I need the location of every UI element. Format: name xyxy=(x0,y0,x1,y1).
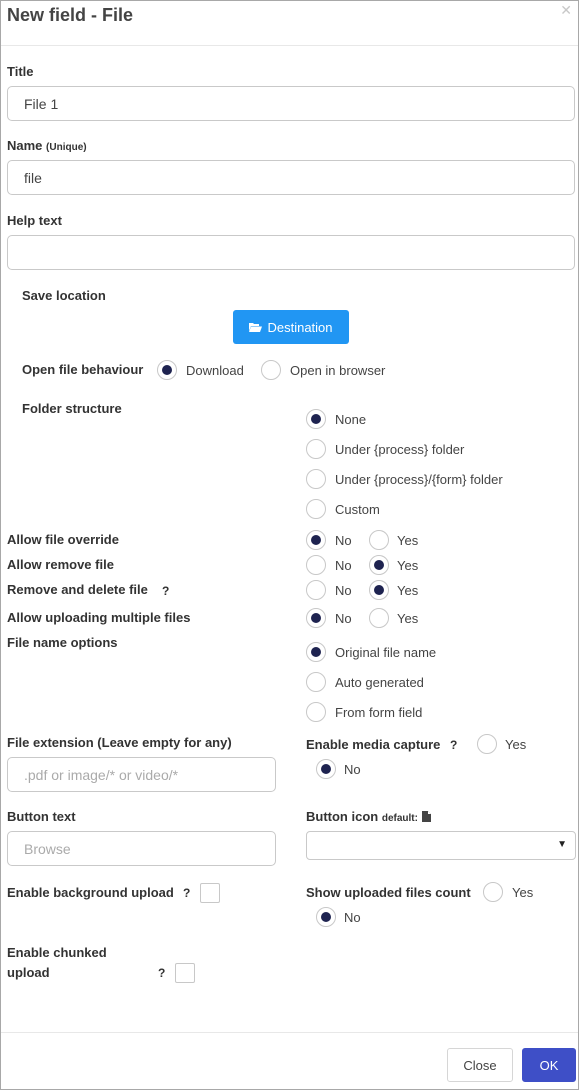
help-text-label: Help text xyxy=(7,213,62,228)
remove-delete-no-label: No xyxy=(335,583,352,598)
filename-auto-radio[interactable] xyxy=(306,672,326,692)
title-input[interactable] xyxy=(7,86,575,121)
name-input[interactable] xyxy=(7,160,575,195)
override-yes-label: Yes xyxy=(397,533,419,548)
name-label-text: Name xyxy=(7,138,43,153)
folder-structure-label: Folder structure xyxy=(22,401,122,416)
button-icon-label: Button icon default: xyxy=(306,809,431,824)
uploaded-count-no-radio[interactable] xyxy=(316,907,336,927)
remove-yes-label: Yes xyxy=(397,558,419,573)
enable-media-capture-label: Enable media capture xyxy=(306,737,441,752)
open-download-label: Download xyxy=(186,363,244,378)
multiple-no-label: No xyxy=(335,611,352,626)
save-location-label: Save location xyxy=(22,288,106,303)
media-capture-yes-radio[interactable] xyxy=(477,734,497,754)
filename-auto-label: Auto generated xyxy=(335,675,424,690)
enable-chunked-label-line2: upload xyxy=(7,965,50,980)
folder-custom-label: Custom xyxy=(335,502,380,517)
remove-no-label: No xyxy=(335,558,352,573)
filename-form-field-radio[interactable] xyxy=(306,702,326,722)
new-field-dialog: New field - File ✕ Title Name (Unique) H… xyxy=(0,0,579,1090)
file-extension-input[interactable] xyxy=(7,757,276,792)
close-button[interactable]: Close xyxy=(447,1048,513,1082)
file-icon xyxy=(421,811,431,822)
enable-background-upload-label: Enable background upload xyxy=(7,885,174,900)
remove-delete-file-label: Remove and delete file xyxy=(7,582,148,597)
enable-chunked-label-line1: Enable chunked xyxy=(7,945,107,960)
media-capture-help-icon[interactable]: ? xyxy=(450,738,457,752)
footer-divider xyxy=(1,1032,578,1033)
name-unique-hint: (Unique) xyxy=(46,142,87,153)
folder-custom-radio[interactable] xyxy=(306,499,326,519)
background-upload-checkbox[interactable] xyxy=(200,883,220,903)
folder-process-form-label: Under {process}/{form} folder xyxy=(335,472,503,487)
media-capture-yes-label: Yes xyxy=(505,737,527,752)
file-extension-label: File extension (Leave empty for any) xyxy=(7,735,232,750)
show-uploaded-count-label: Show uploaded files count xyxy=(306,885,471,900)
allow-remove-file-label: Allow remove file xyxy=(7,557,114,572)
folder-process-label: Under {process} folder xyxy=(335,442,465,457)
remove-delete-yes-label: Yes xyxy=(397,583,419,598)
override-no-label: No xyxy=(335,533,352,548)
chevron-down-icon: ▼ xyxy=(557,839,567,850)
folder-open-icon xyxy=(249,322,263,332)
button-text-input[interactable] xyxy=(7,831,276,866)
allow-file-override-label: Allow file override xyxy=(7,532,119,547)
background-upload-help-icon[interactable]: ? xyxy=(183,886,190,900)
remove-no-radio[interactable] xyxy=(306,555,326,575)
multiple-yes-radio[interactable] xyxy=(369,608,389,628)
uploaded-count-no-label: No xyxy=(344,910,361,925)
multiple-yes-label: Yes xyxy=(397,611,419,626)
media-capture-no-label: No xyxy=(344,762,361,777)
destination-button-label: Destination xyxy=(267,319,333,335)
open-download-radio[interactable] xyxy=(157,360,177,380)
filename-original-radio[interactable] xyxy=(306,642,326,662)
chunked-upload-checkbox[interactable] xyxy=(175,963,195,983)
folder-none-radio[interactable] xyxy=(306,409,326,429)
name-label: Name (Unique) xyxy=(7,138,87,153)
filename-form-field-label: From form field xyxy=(335,705,423,720)
dialog-title: New field - File xyxy=(7,5,134,25)
title-label: Title xyxy=(7,64,34,79)
allow-multiple-files-label: Allow uploading multiple files xyxy=(7,610,191,625)
override-yes-radio[interactable] xyxy=(369,530,389,550)
chunked-upload-help-icon[interactable]: ? xyxy=(158,966,165,980)
button-icon-select[interactable]: ▼ xyxy=(306,831,576,860)
media-capture-no-radio[interactable] xyxy=(316,759,336,779)
folder-process-form-radio[interactable] xyxy=(306,469,326,489)
folder-process-radio[interactable] xyxy=(306,439,326,459)
remove-delete-help-icon[interactable]: ? xyxy=(162,584,169,598)
multiple-no-radio[interactable] xyxy=(306,608,326,628)
remove-delete-no-radio[interactable] xyxy=(306,580,326,600)
override-no-radio[interactable] xyxy=(306,530,326,550)
uploaded-count-yes-radio[interactable] xyxy=(483,882,503,902)
destination-button[interactable]: Destination xyxy=(233,310,349,344)
button-icon-default-label: default: xyxy=(381,813,418,824)
open-in-browser-radio[interactable] xyxy=(261,360,281,380)
remove-delete-yes-radio[interactable] xyxy=(369,580,389,600)
open-in-browser-label: Open in browser xyxy=(290,363,386,378)
header-divider xyxy=(1,45,578,46)
ok-button[interactable]: OK xyxy=(522,1048,576,1082)
file-name-options-label: File name options xyxy=(7,635,118,650)
button-icon-label-text: Button icon xyxy=(306,809,379,824)
uploaded-count-yes-label: Yes xyxy=(512,885,534,900)
remove-yes-radio[interactable] xyxy=(369,555,389,575)
open-file-behaviour-label: Open file behaviour xyxy=(22,362,144,377)
folder-none-label: None xyxy=(335,412,367,427)
close-icon[interactable]: ✕ xyxy=(560,2,572,19)
filename-original-label: Original file name xyxy=(335,645,437,660)
help-text-input[interactable] xyxy=(7,235,575,270)
button-text-label: Button text xyxy=(7,809,76,824)
